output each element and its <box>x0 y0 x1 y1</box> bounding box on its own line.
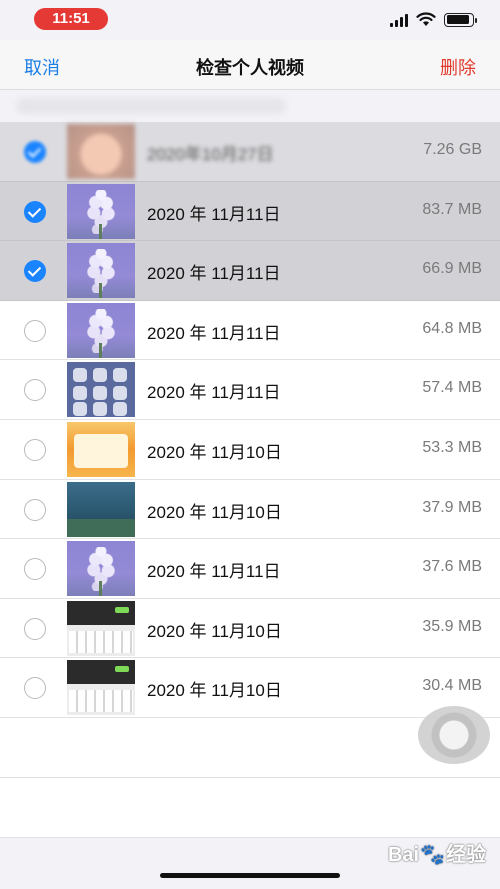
video-row[interactable]: 2020年10月27日 7.26 GB <box>0 122 500 182</box>
empty-circle-icon[interactable] <box>24 677 46 700</box>
video-thumbnail <box>67 541 135 597</box>
video-date: 2020 年 11月11日 <box>147 264 281 284</box>
video-row[interactable]: 2020 年 11月10日 37.9 MB <box>0 479 500 540</box>
assistive-touch-button[interactable] <box>418 706 490 764</box>
status-bar: 11:51 <box>0 0 500 40</box>
home-indicator[interactable] <box>160 873 340 878</box>
video-date: 2020 年 11月10日 <box>147 442 282 462</box>
empty-circle-icon[interactable] <box>24 319 46 342</box>
video-row[interactable]: 2020 年 11月11日 57.4 MB <box>0 360 500 420</box>
video-row[interactable]: 2020 年 11月10日 30.4 MB <box>0 658 500 718</box>
video-thumbnail <box>67 421 135 477</box>
video-date: 2020 年 11月10日 <box>147 502 282 522</box>
checkmark-circle-icon[interactable] <box>24 141 46 163</box>
empty-circle-icon[interactable] <box>24 617 46 640</box>
video-thumbnail <box>67 183 135 239</box>
video-row[interactable]: 2020 年 11月11日 37.6 MB <box>0 539 500 599</box>
page-title: 检查个人视频 <box>196 58 304 78</box>
video-size: 53.3 MB <box>422 438 482 456</box>
watermark-brand-right: 经验 <box>446 844 486 866</box>
navigation-bar: 取消 检查个人视频 删除 <box>0 40 500 90</box>
status-time: 11:51 <box>34 8 108 30</box>
video-list: 2020年10月27日 7.26 GB 2020 年 11月11日 83.7 MB 20… <box>0 122 500 718</box>
delete-button[interactable]: 删除 <box>440 54 476 80</box>
video-thumbnail <box>67 660 135 716</box>
video-date: 2020 年 11月11日 <box>147 383 281 403</box>
video-size: 7.26 GB <box>423 141 482 158</box>
video-row[interactable]: 2020 年 11月11日 83.7 MB <box>0 181 500 242</box>
status-icons <box>390 12 477 27</box>
video-thumbnail <box>67 243 135 299</box>
video-size: 57.4 MB <box>422 379 482 397</box>
wifi-icon <box>416 12 436 26</box>
video-date: 2020 年 11月10日 <box>147 621 282 641</box>
watermark-brand-left: Bai <box>387 844 420 866</box>
video-date: 2020 年 11月11日 <box>147 204 281 224</box>
battery-icon <box>444 12 477 27</box>
empty-circle-icon[interactable] <box>24 438 46 461</box>
video-date: 2020 年 11月10日 <box>147 681 282 701</box>
empty-circle-icon[interactable] <box>24 379 46 402</box>
video-thumbnail <box>67 600 135 656</box>
checkmark-circle-icon[interactable] <box>24 200 46 223</box>
video-row[interactable]: 2020 年 11月11日 66.9 MB <box>0 241 500 301</box>
cellular-signal-icon <box>390 13 408 27</box>
list-header <box>0 90 500 122</box>
paw-icon: 🐾 <box>420 844 445 866</box>
video-thumbnail <box>67 124 135 179</box>
video-date: 2020 年 11月11日 <box>147 562 281 582</box>
video-size: 64.8 MB <box>422 319 482 337</box>
checkmark-circle-icon[interactable] <box>24 260 46 283</box>
video-size: 37.9 MB <box>422 498 482 516</box>
video-size: 30.4 MB <box>422 677 482 695</box>
video-thumbnail <box>67 362 135 418</box>
baidu-watermark: Bai🐾经验 <box>388 838 486 867</box>
video-size: 35.9 MB <box>422 617 482 635</box>
video-thumbnail <box>67 302 135 358</box>
video-thumbnail <box>67 481 135 537</box>
battery-level <box>446 15 469 24</box>
video-date: 2020 年 11月11日 <box>147 323 281 343</box>
video-date: 2020年10月27日 <box>147 145 274 164</box>
video-row[interactable]: 2020 年 11月11日 64.8 MB <box>0 300 500 361</box>
video-size: 66.9 MB <box>422 260 482 278</box>
video-row[interactable]: 2020 年 11月10日 35.9 MB <box>0 598 500 659</box>
video-size: 83.7 MB <box>422 200 482 218</box>
empty-circle-icon[interactable] <box>24 558 46 581</box>
video-size: 37.6 MB <box>422 558 482 576</box>
empty-circle-icon[interactable] <box>24 498 46 521</box>
video-row[interactable]: 2020 年 11月10日 53.3 MB <box>0 419 500 480</box>
blurred-header-text <box>16 98 286 114</box>
empty-row <box>0 777 500 838</box>
